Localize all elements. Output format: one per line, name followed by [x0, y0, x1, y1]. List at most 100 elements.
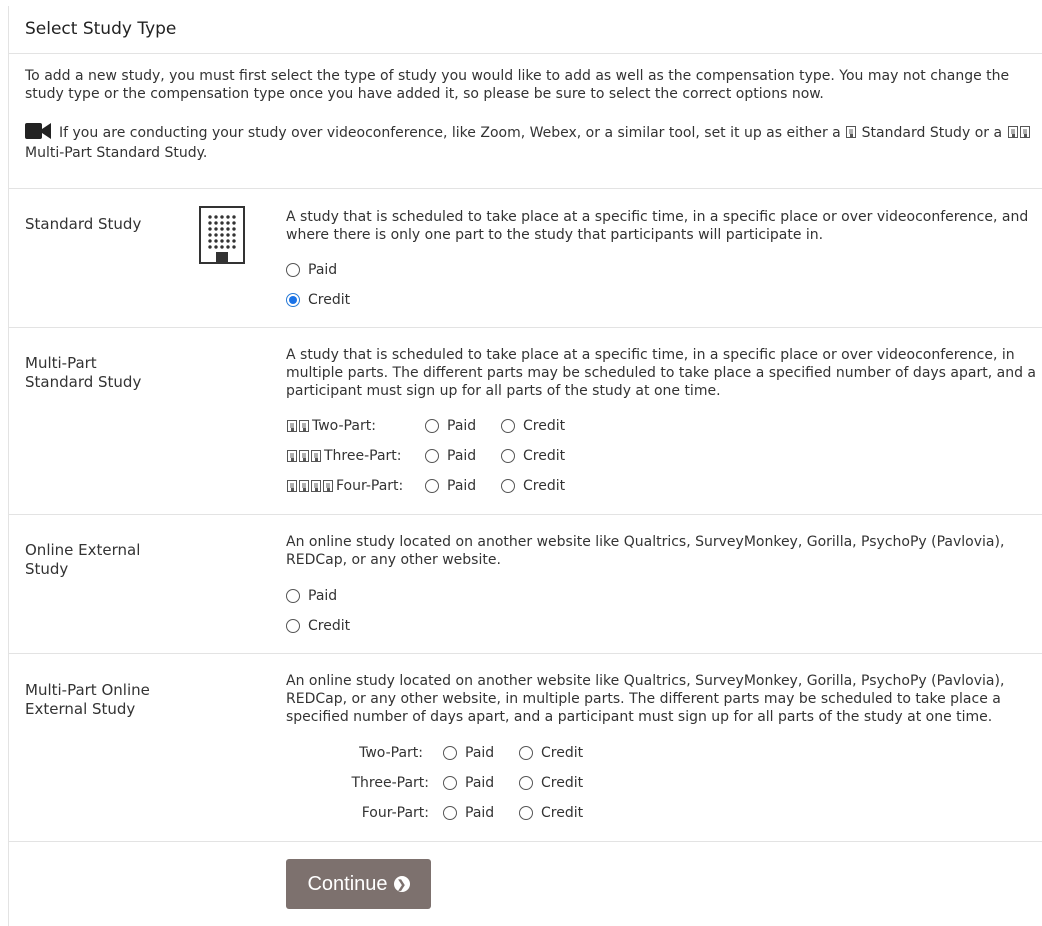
multipart-two-row: Two-Part: Paid Credit	[286, 417, 565, 435]
option-label: Paid	[465, 745, 495, 761]
online-multi-study-label: Multi-Part Online External Study	[25, 681, 150, 719]
online-multi-study-desc: An online study located on another websi…	[286, 673, 1005, 725]
study-type-panel: Select Study Type To add a new study, yo…	[8, 6, 1042, 926]
multipart-study-desc: A study that is scheduled to take place …	[286, 347, 1036, 399]
option-label: Credit	[541, 805, 584, 821]
building-icon	[1019, 126, 1030, 138]
option-label: Paid	[308, 262, 338, 278]
multipart-three-credit[interactable]: Credit	[501, 447, 565, 465]
label-line: External Study	[25, 700, 136, 718]
online-multi-four-paid[interactable]: Paid	[443, 804, 519, 822]
continue-label: Continue	[307, 872, 388, 895]
radio[interactable]	[519, 746, 533, 760]
row-label: Two-Part:	[312, 418, 376, 434]
divider	[9, 188, 1042, 189]
option-label: Credit	[523, 418, 566, 434]
online-credit-option[interactable]: Credit	[286, 617, 350, 635]
online-multi-four-credit[interactable]: Credit	[519, 804, 583, 822]
radio[interactable]	[501, 419, 515, 433]
option-label: Paid	[447, 418, 477, 434]
option-label: Credit	[541, 745, 584, 761]
online-paid-option[interactable]: Paid	[286, 587, 337, 605]
option-label: Paid	[447, 448, 477, 464]
multipart-two-credit[interactable]: Credit	[501, 417, 565, 435]
video-note-multi: Multi-Part Standard Study.	[25, 145, 208, 161]
standard-study-label: Standard Study	[25, 215, 142, 233]
video-note: If you are conducting your study over vi…	[25, 123, 1037, 162]
online-study-label: Online External Study	[25, 541, 140, 579]
row-label: Three-Part:	[351, 775, 429, 791]
radio[interactable]	[501, 449, 515, 463]
intro-text: To add a new study, you must first selec…	[25, 68, 1010, 102]
online-multi-three-row: Three-Part: Paid Credit	[286, 774, 583, 792]
building-icon	[299, 420, 309, 432]
option-label: Paid	[465, 775, 495, 791]
multipart-three-row: Three-Part: Paid Credit	[286, 447, 565, 465]
video-note-text: If you are conducting your study over vi…	[59, 125, 841, 141]
building-icon	[287, 480, 297, 492]
building-icon	[299, 480, 309, 492]
multipart-four-row: Four-Part: Paid Credit	[286, 477, 565, 495]
building-icon	[1007, 126, 1018, 138]
radio[interactable]	[425, 449, 439, 463]
building-icon	[846, 126, 857, 138]
building-icon	[323, 480, 333, 492]
online-multi-two-credit[interactable]: Credit	[519, 744, 583, 762]
online-multi-three-credit[interactable]: Credit	[519, 774, 583, 792]
radio[interactable]	[443, 746, 457, 760]
row-label: Four-Part:	[336, 478, 404, 494]
option-label: Paid	[465, 805, 495, 821]
chevron-right-circle-icon: ❯	[393, 876, 410, 892]
radio[interactable]	[519, 806, 533, 820]
divider	[9, 514, 1042, 515]
divider	[9, 653, 1042, 654]
standard-paid-option[interactable]: Paid	[286, 261, 337, 279]
label-line: Standard Study	[25, 373, 142, 391]
row-label: Three-Part:	[324, 448, 402, 464]
standard-paid-radio[interactable]	[286, 263, 300, 277]
radio[interactable]	[425, 479, 439, 493]
building-icon	[311, 450, 321, 462]
multipart-two-paid[interactable]: Paid	[425, 417, 501, 435]
divider	[9, 841, 1042, 842]
label-line: Multi-Part Online	[25, 681, 150, 699]
continue-button[interactable]: Continue ❯	[286, 859, 431, 909]
option-label: Credit	[523, 448, 566, 464]
label-line: Study	[25, 560, 69, 578]
divider	[9, 327, 1042, 328]
label-line: Online External	[25, 541, 141, 559]
option-label: Paid	[447, 478, 477, 494]
multipart-study-label: Multi-Part Standard Study	[25, 354, 141, 392]
radio[interactable]	[519, 776, 533, 790]
online-paid-radio[interactable]	[286, 589, 300, 603]
online-study-desc: An online study located on another websi…	[286, 534, 1005, 568]
label-line: Multi-Part	[25, 354, 97, 372]
multipart-four-paid[interactable]: Paid	[425, 477, 501, 495]
video-note-standard: Standard Study	[861, 125, 971, 141]
radio[interactable]	[443, 806, 457, 820]
video-note-or: or a	[974, 125, 1003, 141]
online-multi-three-paid[interactable]: Paid	[443, 774, 519, 792]
row-label: Two-Part:	[359, 745, 423, 761]
building-icon	[199, 206, 245, 264]
standard-credit-radio[interactable]	[286, 293, 300, 307]
radio[interactable]	[443, 776, 457, 790]
option-label: Credit	[308, 292, 351, 308]
standard-study-desc: A study that is scheduled to take place …	[286, 209, 1029, 243]
option-label: Credit	[523, 478, 566, 494]
radio[interactable]	[425, 419, 439, 433]
building-icon	[311, 480, 321, 492]
online-credit-radio[interactable]	[286, 619, 300, 633]
multipart-four-credit[interactable]: Credit	[501, 477, 565, 495]
radio[interactable]	[501, 479, 515, 493]
multipart-three-paid[interactable]: Paid	[425, 447, 501, 465]
building-icon	[287, 420, 297, 432]
online-multi-two-row: Two-Part: Paid Credit	[286, 744, 583, 762]
standard-credit-option[interactable]: Credit	[286, 291, 350, 309]
page-title: Select Study Type	[25, 19, 177, 39]
online-multi-two-paid[interactable]: Paid	[443, 744, 519, 762]
row-label: Four-Part:	[361, 805, 429, 821]
building-icon	[299, 450, 309, 462]
online-multi-four-row: Four-Part: Paid Credit	[286, 804, 583, 822]
divider	[9, 53, 1042, 54]
